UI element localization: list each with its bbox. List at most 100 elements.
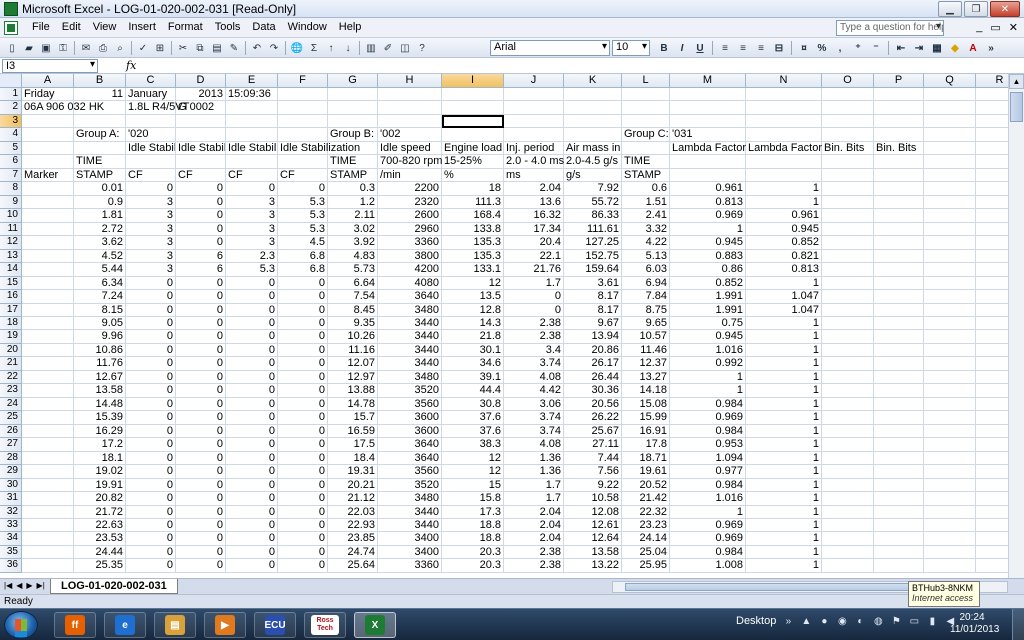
cell-h30[interactable]: 3520 [378,478,442,493]
cell-k28[interactable]: 7.44 [564,451,622,466]
cell-f34[interactable]: 0 [278,532,328,546]
cell-j10[interactable]: 16.32 [504,209,564,223]
cell-d14[interactable]: 6 [176,263,226,277]
cell-m17[interactable]: 1.991 [670,303,746,317]
cell-n34[interactable]: 1 [746,532,822,546]
cell-k15[interactable]: 3.61 [564,276,622,291]
cell-l5[interactable] [622,141,670,156]
cell-l18[interactable]: 9.65 [622,316,670,331]
workbook-close-icon[interactable]: ✕ [1009,21,1018,34]
cell-h25[interactable]: 3600 [378,411,442,425]
menu-item-insert[interactable]: Insert [122,21,162,33]
cell-p5[interactable]: Bin. Bits [874,141,924,156]
cell-g19[interactable]: 10.26 [328,330,378,344]
cell-o35[interactable] [822,545,874,560]
cell-b31[interactable]: 20.82 [74,492,126,506]
cell-m24[interactable]: 0.984 [670,397,746,412]
cell-n12[interactable]: 0.852 [746,236,822,250]
cell-g25[interactable]: 15.7 [328,411,378,425]
cell-k19[interactable]: 13.94 [564,330,622,344]
row-header[interactable]: 23 [0,384,22,398]
cell-a32[interactable] [22,505,74,519]
cell-k23[interactable]: 30.36 [564,384,622,398]
cell-m31[interactable]: 1.016 [670,492,746,506]
cell-e24[interactable]: 0 [226,397,278,412]
cell-j2[interactable] [504,101,564,115]
cell-i22[interactable]: 39.1 [442,370,504,385]
workbook-minimize-icon[interactable]: _ [976,21,982,34]
cell-b16[interactable]: 7.24 [74,290,126,304]
cell-e25[interactable]: 0 [226,411,278,425]
cell-n4[interactable] [746,128,822,142]
first-sheet-icon[interactable]: |◀ [4,581,12,590]
cell-p35[interactable] [874,545,924,560]
cell-m29[interactable]: 0.977 [670,465,746,479]
cell-q22[interactable] [924,370,976,385]
cell-m11[interactable]: 1 [670,222,746,237]
cell-i32[interactable]: 17.3 [442,505,504,519]
row-header[interactable]: 36 [0,559,22,573]
scroll-up-icon[interactable]: ▲ [1009,74,1024,89]
cell-a6[interactable] [22,155,74,169]
cell-o9[interactable] [822,195,874,210]
cell-q33[interactable] [924,519,976,533]
cell-a16[interactable] [22,290,74,304]
cell-e16[interactable]: 0 [226,290,278,304]
cell-f9[interactable]: 5.3 [278,195,328,210]
cell-m26[interactable]: 0.984 [670,424,746,439]
row-header[interactable]: 3 [0,114,22,129]
cell-i9[interactable]: 111.3 [442,195,504,210]
cell-g11[interactable]: 3.02 [328,222,378,237]
cell-q29[interactable] [924,465,976,479]
cell-l35[interactable]: 25.04 [622,545,670,560]
show-hidden-icons-icon[interactable]: ▲ [800,615,812,627]
prev-sheet-icon[interactable]: ◀ [16,581,22,590]
cell-j26[interactable]: 3.74 [504,424,564,439]
cell-q26[interactable] [924,424,976,439]
cell-a15[interactable] [22,276,74,291]
cell-k10[interactable]: 86.33 [564,209,622,223]
cell-q23[interactable] [924,384,976,398]
cell-o19[interactable] [822,330,874,344]
cell-b8[interactable]: 0.01 [74,182,126,196]
cell-c29[interactable]: 0 [126,465,176,479]
cell-l7[interactable]: STAMP [622,168,670,183]
cell-l24[interactable]: 15.08 [622,397,670,412]
cell-k3[interactable] [564,114,622,129]
cell-a22[interactable] [22,370,74,385]
cell-h27[interactable]: 3640 [378,438,442,452]
cell-f30[interactable]: 0 [278,478,328,493]
cell-o2[interactable] [822,101,874,115]
cell-k4[interactable] [564,128,622,142]
cell-g32[interactable]: 22.03 [328,505,378,519]
cell-b7[interactable]: STAMP [74,168,126,183]
cell-e32[interactable]: 0 [226,505,278,519]
align-right-icon[interactable]: ≡ [753,40,769,56]
cell-q30[interactable] [924,478,976,493]
menu-item-data[interactable]: Data [246,21,281,33]
cell-q21[interactable] [924,357,976,371]
cell-i30[interactable]: 15 [442,478,504,493]
cell-p10[interactable] [874,209,924,223]
cell-a5[interactable] [22,141,74,156]
cell-i14[interactable]: 133.1 [442,263,504,277]
cell-q13[interactable] [924,249,976,264]
cell-d27[interactable]: 0 [176,438,226,452]
last-sheet-icon[interactable]: ▶| [37,581,45,590]
cell-b13[interactable]: 4.52 [74,249,126,264]
row-header[interactable]: 10 [0,209,22,223]
cell-h8[interactable]: 2200 [378,182,442,196]
cell-e15[interactable]: 0 [226,276,278,291]
taskbar-media-player-button[interactable]: ▶ [204,612,246,638]
cell-h31[interactable]: 3480 [378,492,442,506]
cell-l26[interactable]: 16.91 [622,424,670,439]
comma-style-button[interactable]: , [832,40,848,56]
column-header-e[interactable]: E [226,74,278,88]
cell-h36[interactable]: 3360 [378,559,442,573]
minimize-button[interactable]: ▁ [938,1,962,17]
column-header-p[interactable]: P [874,74,924,88]
cell-p1[interactable] [874,88,924,102]
cell-n19[interactable]: 1 [746,330,822,344]
cell-l16[interactable]: 7.84 [622,290,670,304]
cell-c13[interactable]: 3 [126,249,176,264]
